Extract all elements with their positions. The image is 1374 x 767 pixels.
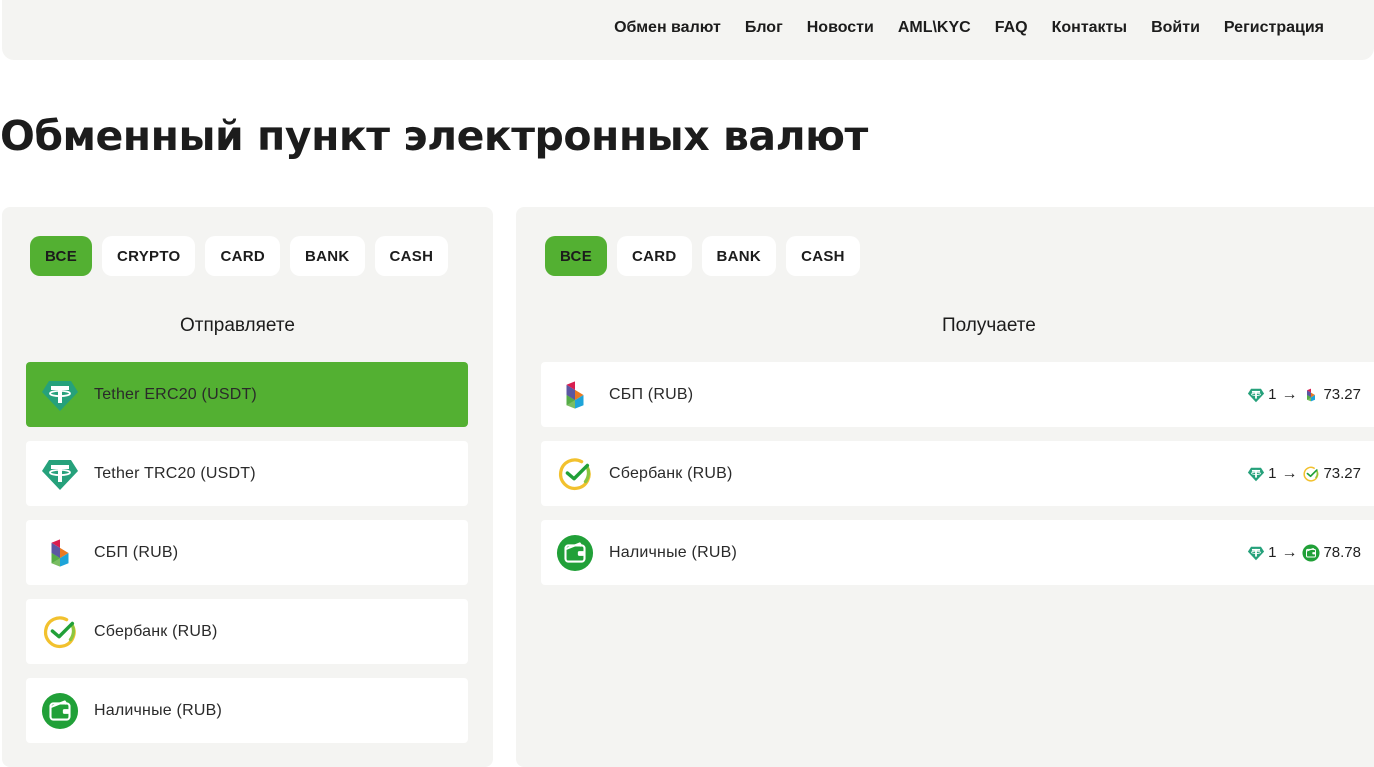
cash-wallet-icon bbox=[1302, 544, 1320, 562]
rate-from: 1 bbox=[1268, 544, 1277, 561]
send-item-tether-erc20[interactable]: Tether ERC20 (USDT) bbox=[26, 362, 468, 427]
exchange-rate: 1 → 78.78 bbox=[1247, 520, 1361, 585]
arrow-right-icon: → bbox=[1281, 464, 1298, 482]
sbp-icon bbox=[40, 533, 80, 573]
send-item-label: Tether TRC20 (USDT) bbox=[94, 464, 256, 482]
arrow-right-icon: → bbox=[1281, 385, 1298, 403]
arrow-right-icon: → bbox=[1281, 543, 1298, 561]
exchange-rate: 1 → 73.27 bbox=[1247, 441, 1361, 506]
nav-blog[interactable]: Блог bbox=[745, 19, 783, 37]
tether-icon bbox=[40, 375, 80, 415]
rate-from: 1 bbox=[1268, 465, 1277, 482]
sberbank-icon bbox=[555, 454, 595, 494]
send-list: Tether ERC20 (USDT) Tether TRC20 (USDT) … bbox=[26, 362, 468, 743]
send-item-sbp[interactable]: СБП (RUB) bbox=[26, 520, 468, 585]
receive-filters: ВСЕ CARD BANK CASH bbox=[545, 236, 860, 276]
receive-item-sberbank[interactable]: Сбербанк (RUB) 1 → 73.27 bbox=[541, 441, 1374, 506]
nav-exchange[interactable]: Обмен валют bbox=[614, 19, 721, 37]
receive-item-sbp[interactable]: СБП (RUB) 1 → 73.27 bbox=[541, 362, 1374, 427]
site-header: Обмен валют Блог Новости AML\KYC FAQ Кон… bbox=[2, 0, 1374, 60]
send-filter-card[interactable]: CARD bbox=[205, 236, 281, 276]
send-item-cash[interactable]: Наличные (RUB) bbox=[26, 678, 468, 743]
main-nav: Обмен валют Блог Новости AML\KYC FAQ Кон… bbox=[614, 0, 1324, 55]
tether-icon bbox=[1247, 465, 1265, 483]
receive-item-label: Наличные (RUB) bbox=[609, 543, 737, 561]
tether-icon bbox=[1247, 386, 1265, 404]
send-item-label: Наличные (RUB) bbox=[94, 701, 222, 719]
page-title: Обменный пункт электронных валют bbox=[0, 112, 868, 160]
receive-filter-card[interactable]: CARD bbox=[617, 236, 692, 276]
send-item-label: Tether ERC20 (USDT) bbox=[94, 385, 257, 403]
rate-to: 78.78 bbox=[1323, 544, 1361, 561]
sberbank-icon bbox=[1302, 465, 1320, 483]
receive-filter-bank[interactable]: BANK bbox=[701, 236, 777, 276]
exchange-rate: 1 → 73.27 bbox=[1247, 362, 1361, 427]
sbp-icon bbox=[555, 375, 595, 415]
send-item-label: СБП (RUB) bbox=[94, 543, 179, 561]
tether-icon bbox=[40, 454, 80, 494]
send-filter-crypto[interactable]: CRYPTO bbox=[102, 236, 196, 276]
send-title: Отправляете bbox=[180, 315, 295, 336]
nav-faq[interactable]: FAQ bbox=[995, 19, 1028, 37]
receive-panel: ВСЕ CARD BANK CASH Получаете СБП (RUB) 1… bbox=[516, 207, 1374, 767]
receive-filter-all[interactable]: ВСЕ bbox=[545, 236, 607, 276]
receive-item-label: СБП (RUB) bbox=[609, 385, 694, 403]
nav-contacts[interactable]: Контакты bbox=[1052, 19, 1127, 37]
receive-title: Получаете bbox=[942, 315, 1036, 336]
send-filter-bank[interactable]: BANK bbox=[290, 236, 365, 276]
receive-filter-cash[interactable]: CASH bbox=[786, 236, 860, 276]
receive-item-cash[interactable]: Наличные (RUB) 1 → 78.78 bbox=[541, 520, 1374, 585]
nav-register[interactable]: Регистрация bbox=[1224, 19, 1324, 37]
rate-to: 73.27 bbox=[1323, 465, 1361, 482]
send-filters: ВСЕ CRYPTO CARD BANK CASH bbox=[30, 236, 449, 276]
sbp-icon bbox=[1302, 386, 1320, 404]
nav-login[interactable]: Войти bbox=[1151, 19, 1200, 37]
send-filter-all[interactable]: ВСЕ bbox=[30, 236, 92, 276]
cash-wallet-icon bbox=[555, 533, 595, 573]
tether-icon bbox=[1247, 544, 1265, 562]
send-item-sberbank[interactable]: Сбербанк (RUB) bbox=[26, 599, 468, 664]
send-panel: ВСЕ CRYPTO CARD BANK CASH Отправляете Te… bbox=[2, 207, 493, 767]
receive-list: СБП (RUB) 1 → 73.27 Сбербанк (RUB) 1 → 7… bbox=[541, 362, 1374, 585]
nav-aml-kyc[interactable]: AML\KYC bbox=[898, 19, 971, 37]
send-filter-cash[interactable]: CASH bbox=[374, 236, 449, 276]
send-item-label: Сбербанк (RUB) bbox=[94, 622, 218, 640]
nav-news[interactable]: Новости bbox=[807, 19, 874, 37]
send-item-tether-trc20[interactable]: Tether TRC20 (USDT) bbox=[26, 441, 468, 506]
receive-item-label: Сбербанк (RUB) bbox=[609, 464, 733, 482]
rate-from: 1 bbox=[1268, 386, 1277, 403]
cash-wallet-icon bbox=[40, 691, 80, 731]
sberbank-icon bbox=[40, 612, 80, 652]
rate-to: 73.27 bbox=[1323, 386, 1361, 403]
